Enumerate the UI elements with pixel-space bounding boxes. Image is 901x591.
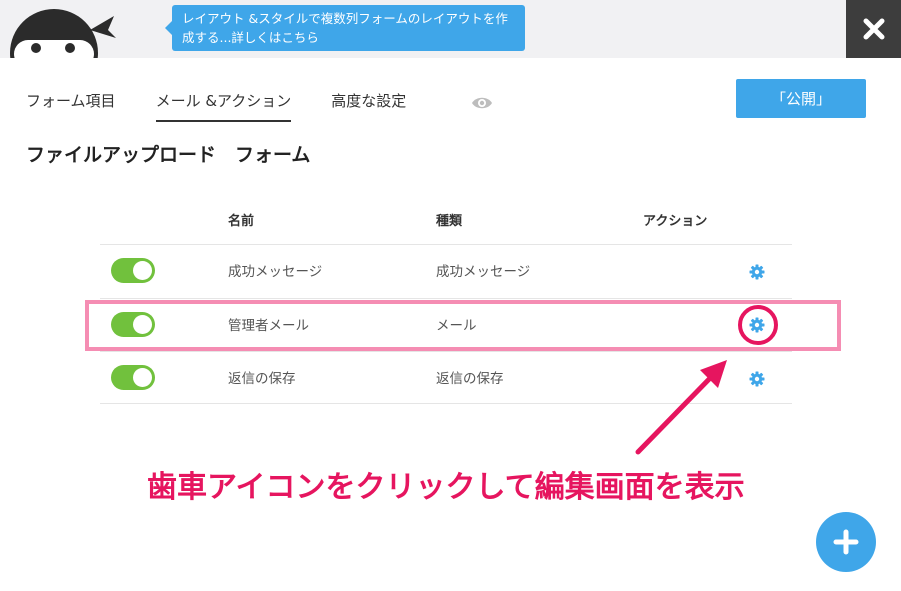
publish-button[interactable]: 「公開」	[736, 79, 866, 118]
gear-highlight-circle	[738, 305, 778, 345]
pointer-arrow	[635, 360, 727, 455]
tab-form-fields[interactable]: フォーム項目	[26, 90, 116, 120]
tab-email-actions[interactable]: メール &アクション	[155, 90, 292, 122]
gear-icon[interactable]	[749, 264, 765, 280]
plus-icon	[833, 529, 859, 555]
annotation-text: 歯車アイコンをクリックして編集画面を表示	[147, 470, 745, 505]
tab-advanced-settings[interactable]: 高度な設定	[331, 90, 406, 120]
builder-tabs: フォーム項目 メール &アクション 高度な設定	[26, 90, 446, 122]
add-action-button[interactable]	[816, 512, 876, 572]
column-header-action: アクション	[643, 214, 708, 229]
action-name: 成功メッセージ	[228, 264, 323, 280]
action-type: 成功メッセージ	[436, 264, 531, 280]
highlight-box	[85, 300, 841, 351]
table-row: 成功メッセージ 成功メッセージ	[100, 245, 792, 298]
close-icon	[863, 18, 884, 40]
column-header-name: 名前	[228, 214, 255, 229]
action-name: 返信の保存	[228, 371, 296, 387]
eye-icon[interactable]	[471, 95, 493, 111]
action-type: 返信の保存	[436, 371, 504, 387]
enable-toggle[interactable]	[111, 365, 155, 390]
enable-toggle[interactable]	[111, 258, 155, 283]
column-header-type: 種類	[436, 214, 463, 229]
gear-icon[interactable]	[749, 371, 765, 387]
form-title: ファイルアップロード フォーム	[26, 144, 311, 166]
close-button[interactable]	[846, 0, 901, 58]
ninja-mascot-icon	[4, 8, 116, 58]
layout-tip-tooltip[interactable]: レイアウト &スタイルで複数列フォームのレイアウトを作成する...詳しくはこちら	[165, 5, 525, 51]
top-bar: レイアウト &スタイルで複数列フォームのレイアウトを作成する...詳しくはこちら	[0, 0, 901, 58]
